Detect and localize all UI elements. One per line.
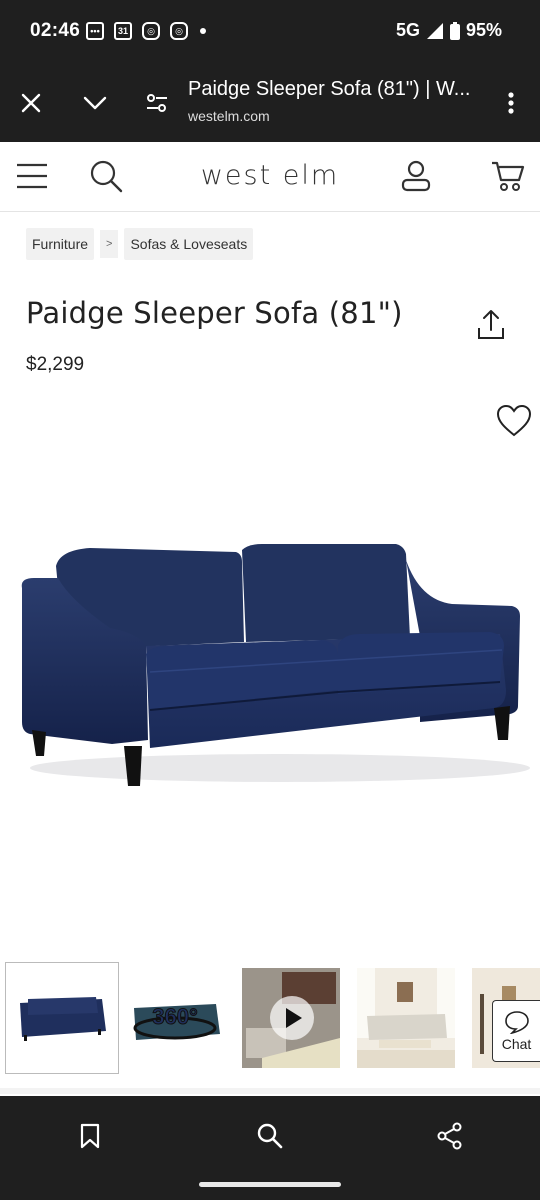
cart-button[interactable]	[488, 156, 528, 196]
overflow-menu-button[interactable]	[494, 86, 528, 120]
product-title: Paidge Sleeper Sofa (81")	[26, 296, 403, 330]
site-header: west elm	[0, 142, 540, 212]
status-bar: 02:46 ••• 31 ◎ ◎ 5G 95%	[0, 0, 540, 64]
favorite-button[interactable]	[496, 404, 532, 438]
chat-icon	[504, 1011, 529, 1034]
thumbnail-main[interactable]	[5, 962, 119, 1074]
share-button[interactable]	[474, 308, 508, 342]
more-notifications-icon	[200, 28, 206, 34]
instagram-icon: ◎	[142, 22, 160, 40]
browser-toolbar: Paidge Sleeper Sofa (81") | W... westelm…	[0, 64, 540, 142]
thumbnail-video[interactable]	[242, 968, 340, 1068]
site-settings-button[interactable]	[140, 86, 174, 120]
section-divider	[0, 1088, 540, 1094]
minimize-button[interactable]	[78, 86, 112, 120]
signal-icon	[426, 22, 443, 39]
messages-icon: •••	[86, 22, 104, 40]
more-vert-icon	[508, 92, 514, 114]
status-time: 02:46	[30, 20, 81, 41]
sofa-image	[21, 544, 530, 786]
network-label: 5G	[395, 20, 420, 40]
breadcrumb-furniture[interactable]: Furniture	[26, 228, 95, 260]
sofa-thumbnail-image	[6, 963, 118, 1073]
search-icon	[257, 1123, 283, 1149]
share-icon	[478, 310, 504, 339]
badge-360: 360°	[152, 1004, 198, 1029]
bookmark-icon	[80, 1123, 100, 1149]
heart-icon	[496, 404, 532, 437]
site-logo[interactable]: west elm	[0, 160, 540, 191]
product-main-image[interactable]	[0, 450, 540, 950]
chat-button[interactable]: Chat	[492, 1000, 540, 1062]
page-domain: westelm.com	[188, 108, 270, 124]
share-nodes-icon	[437, 1122, 462, 1150]
breadcrumb-sofas-loveseats[interactable]: Sofas & Loveseats	[124, 228, 254, 260]
thumbnail-360[interactable]: 360°	[126, 968, 224, 1068]
breadcrumb: Furniture > Sofas & Loveseats	[26, 228, 254, 260]
search-page-button[interactable]	[250, 1116, 290, 1156]
user-icon	[401, 160, 431, 192]
view-360-image: 360°	[126, 968, 224, 1068]
tune-icon	[147, 94, 167, 112]
chevron-down-icon	[83, 96, 107, 110]
chat-label: Chat	[501, 1036, 532, 1052]
cart-icon	[492, 161, 525, 191]
close-icon	[21, 93, 41, 113]
calendar-icon: 31	[114, 22, 132, 40]
product-price: $2,299	[26, 354, 85, 375]
home-indicator[interactable]	[199, 1182, 341, 1187]
share-page-button[interactable]	[430, 1116, 470, 1156]
close-tab-button[interactable]	[14, 86, 48, 120]
bookmark-button[interactable]	[70, 1116, 110, 1156]
battery-percent: 95%	[465, 20, 502, 40]
thumbnail-strip: 360°	[0, 962, 540, 1078]
status-right: 5G 95%	[396, 20, 502, 41]
instagram-icon: ◎	[170, 22, 188, 40]
battery-icon	[449, 21, 460, 40]
account-button[interactable]	[396, 156, 436, 196]
breadcrumb-separator: >	[100, 230, 119, 258]
room-thumbnail-image	[357, 968, 455, 1068]
page-title: Paidge Sleeper Sofa (81") | W...	[188, 78, 471, 100]
thumbnail-room[interactable]	[357, 968, 455, 1068]
notification-icons: ••• 31 ◎ ◎	[86, 22, 206, 40]
video-thumbnail-image	[242, 968, 340, 1068]
